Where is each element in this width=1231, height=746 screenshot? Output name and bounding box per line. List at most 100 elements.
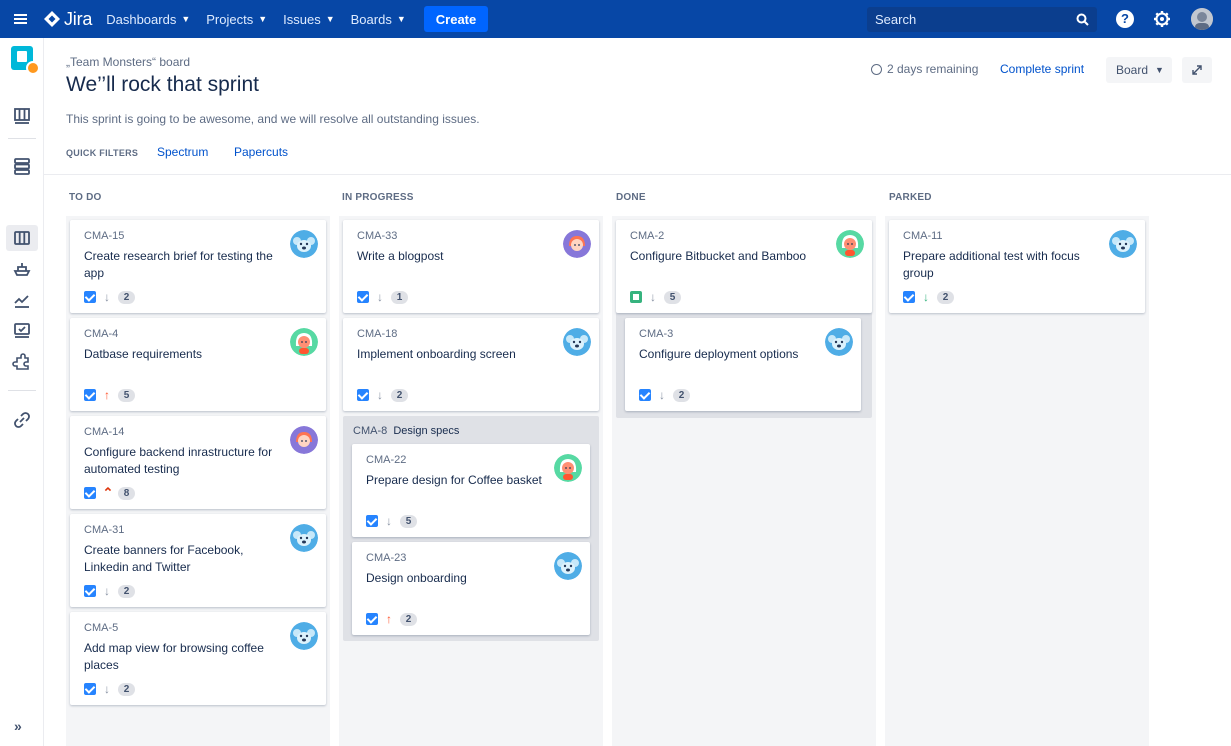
- issue-key[interactable]: CMA-14: [84, 426, 124, 438]
- assignee-avatar[interactable]: [290, 230, 318, 258]
- menu-issues[interactable]: Issues ▼: [283, 12, 335, 27]
- assignee-avatar[interactable]: [825, 328, 853, 356]
- active-sprint-icon[interactable]: [12, 228, 32, 248]
- issue-key[interactable]: CMA-4: [84, 328, 118, 340]
- sidebar-expand-icon[interactable]: »: [14, 718, 22, 734]
- issue-card[interactable]: CMA-3 Configure deployment options ↓ 2: [625, 318, 861, 411]
- column-title-todo: TO DO: [69, 192, 102, 203]
- issue-summary: Configure backend inrastructure for auto…: [84, 445, 273, 476]
- reports-icon[interactable]: [12, 290, 32, 310]
- assignee-avatar[interactable]: [290, 622, 318, 650]
- story-points-badge: 5: [664, 290, 681, 304]
- priority-low-icon: ↓: [104, 682, 110, 696]
- help-icon[interactable]: ?: [1116, 10, 1134, 28]
- priority-low-green-icon: ↓: [923, 290, 929, 304]
- story-points-badge: 5: [118, 388, 135, 402]
- assignee-avatar[interactable]: [290, 328, 318, 356]
- issue-card[interactable]: CMA-23 Design onboarding ↑ 2: [352, 542, 590, 635]
- releases-ship-icon[interactable]: [12, 259, 32, 279]
- time-remaining: 2 days remaining: [871, 62, 978, 76]
- jira-logo[interactable]: Jira: [44, 9, 92, 30]
- quick-filters-label: QUICK FILTERS: [66, 148, 139, 158]
- menu-label: Boards: [350, 11, 392, 27]
- issues-icon[interactable]: [12, 321, 32, 341]
- assignee-avatar[interactable]: [554, 454, 582, 482]
- subtask-group-label[interactable]: CMA-8 Design specs: [353, 425, 459, 437]
- create-button[interactable]: Create: [423, 6, 489, 32]
- assignee-avatar[interactable]: [290, 426, 318, 454]
- card-footer: ↓ 5: [366, 514, 417, 528]
- issue-summary: Prepare additional test with focus group: [903, 249, 1080, 280]
- issue-key[interactable]: CMA-2: [630, 230, 664, 242]
- issue-key[interactable]: CMA-5: [84, 622, 118, 634]
- story-points-badge: 1: [391, 290, 408, 304]
- add-ons-icon[interactable]: [12, 352, 32, 372]
- issue-card[interactable]: CMA-33 Write a blogpost ↓ 1: [343, 220, 599, 313]
- issue-card[interactable]: CMA-11 Prepare additional test with focus…: [889, 220, 1145, 313]
- quick-filter-papercuts[interactable]: Papercuts: [234, 145, 288, 159]
- coffee-cup-icon: [17, 51, 27, 62]
- time-remaining-text: 2 days remaining: [887, 62, 979, 76]
- issue-key[interactable]: CMA-11: [903, 230, 943, 242]
- task-type-icon: [357, 389, 369, 401]
- link-icon[interactable]: [12, 410, 32, 430]
- gear-icon[interactable]: [1153, 10, 1171, 28]
- complete-sprint-link[interactable]: Complete sprint: [1000, 62, 1084, 76]
- menu-label: Projects: [206, 11, 254, 27]
- header-divider: [44, 174, 1231, 175]
- issue-card[interactable]: CMA-5 Add map view for browsing coffee pl…: [70, 612, 326, 705]
- project-avatar[interactable]: [11, 46, 40, 75]
- priority-low-icon: ↓: [104, 584, 110, 598]
- board-dropdown-button[interactable]: Board ▼: [1106, 57, 1172, 83]
- issue-card[interactable]: CMA-22 Prepare design for Coffee basket ↓ 5: [352, 444, 590, 537]
- menu-boards[interactable]: Boards ▼: [351, 12, 406, 27]
- issue-summary: Configure deployment options: [639, 347, 799, 361]
- chevron-down-icon: ▼: [258, 14, 268, 24]
- board-name[interactable]: „Team Monsters“ board: [66, 55, 190, 69]
- issue-key[interactable]: CMA-3: [639, 328, 673, 340]
- card-footer: ↓ 2: [903, 290, 954, 304]
- issue-key[interactable]: CMA-18: [357, 328, 397, 340]
- backlog-icon[interactable]: [12, 156, 32, 176]
- assignee-avatar[interactable]: [290, 524, 318, 552]
- board-switch-icon[interactable]: [12, 106, 32, 126]
- issue-card[interactable]: CMA-31 Create banners for Facebook, Linke…: [70, 514, 326, 607]
- assignee-avatar[interactable]: [554, 552, 582, 580]
- profile-avatar[interactable]: [1191, 8, 1213, 30]
- priority-high-icon: ↑: [386, 612, 392, 626]
- column-title-parked: PARKED: [889, 192, 932, 203]
- issue-key[interactable]: CMA-31: [84, 524, 124, 536]
- search-input[interactable]: Search: [867, 7, 1097, 32]
- parent-issue-title: Design specs: [393, 425, 460, 437]
- assignee-avatar[interactable]: [563, 230, 591, 258]
- story-points-badge: 2: [118, 290, 135, 304]
- project-sidebar: »: [0, 38, 44, 746]
- issue-key[interactable]: CMA-33: [357, 230, 397, 242]
- card-footer: ↓ 2: [84, 584, 135, 598]
- issue-key[interactable]: CMA-15: [84, 230, 124, 242]
- fullscreen-button[interactable]: [1182, 57, 1212, 83]
- card-footer: ⌃ 8: [84, 486, 135, 500]
- priority-low-icon: ↓: [377, 290, 383, 304]
- issue-card[interactable]: CMA-2 Configure Bitbucket and Bamboo ↓ 5: [616, 220, 872, 313]
- menu-icon[interactable]: [0, 0, 40, 38]
- issue-key[interactable]: CMA-23: [366, 552, 406, 564]
- user-photo-icon: [1191, 8, 1213, 30]
- issue-card[interactable]: CMA-4 Datbase requirements ↑ 5: [70, 318, 326, 411]
- column-title-done: DONE: [616, 192, 646, 203]
- issue-summary: Design onboarding: [366, 571, 467, 585]
- assignee-avatar[interactable]: [836, 230, 864, 258]
- menu-dashboards[interactable]: Dashboards ▼: [106, 12, 190, 27]
- issue-card[interactable]: CMA-18 Implement onboarding screen ↓ 2: [343, 318, 599, 411]
- issue-card[interactable]: CMA-15 Create research brief for testing …: [70, 220, 326, 313]
- issue-card[interactable]: CMA-14 Configure backend inrastructure fo…: [70, 416, 326, 509]
- assignee-avatar[interactable]: [563, 328, 591, 356]
- assignee-avatar[interactable]: [1109, 230, 1137, 258]
- logo-text: Jira: [64, 8, 93, 29]
- expand-icon: [1192, 65, 1202, 75]
- menu-projects[interactable]: Projects ▼: [206, 12, 267, 27]
- issue-key[interactable]: CMA-22: [366, 454, 406, 466]
- quick-filter-spectrum[interactable]: Spectrum: [157, 145, 208, 159]
- priority-low-icon: ↓: [386, 514, 392, 528]
- story-points-badge: 2: [391, 388, 408, 402]
